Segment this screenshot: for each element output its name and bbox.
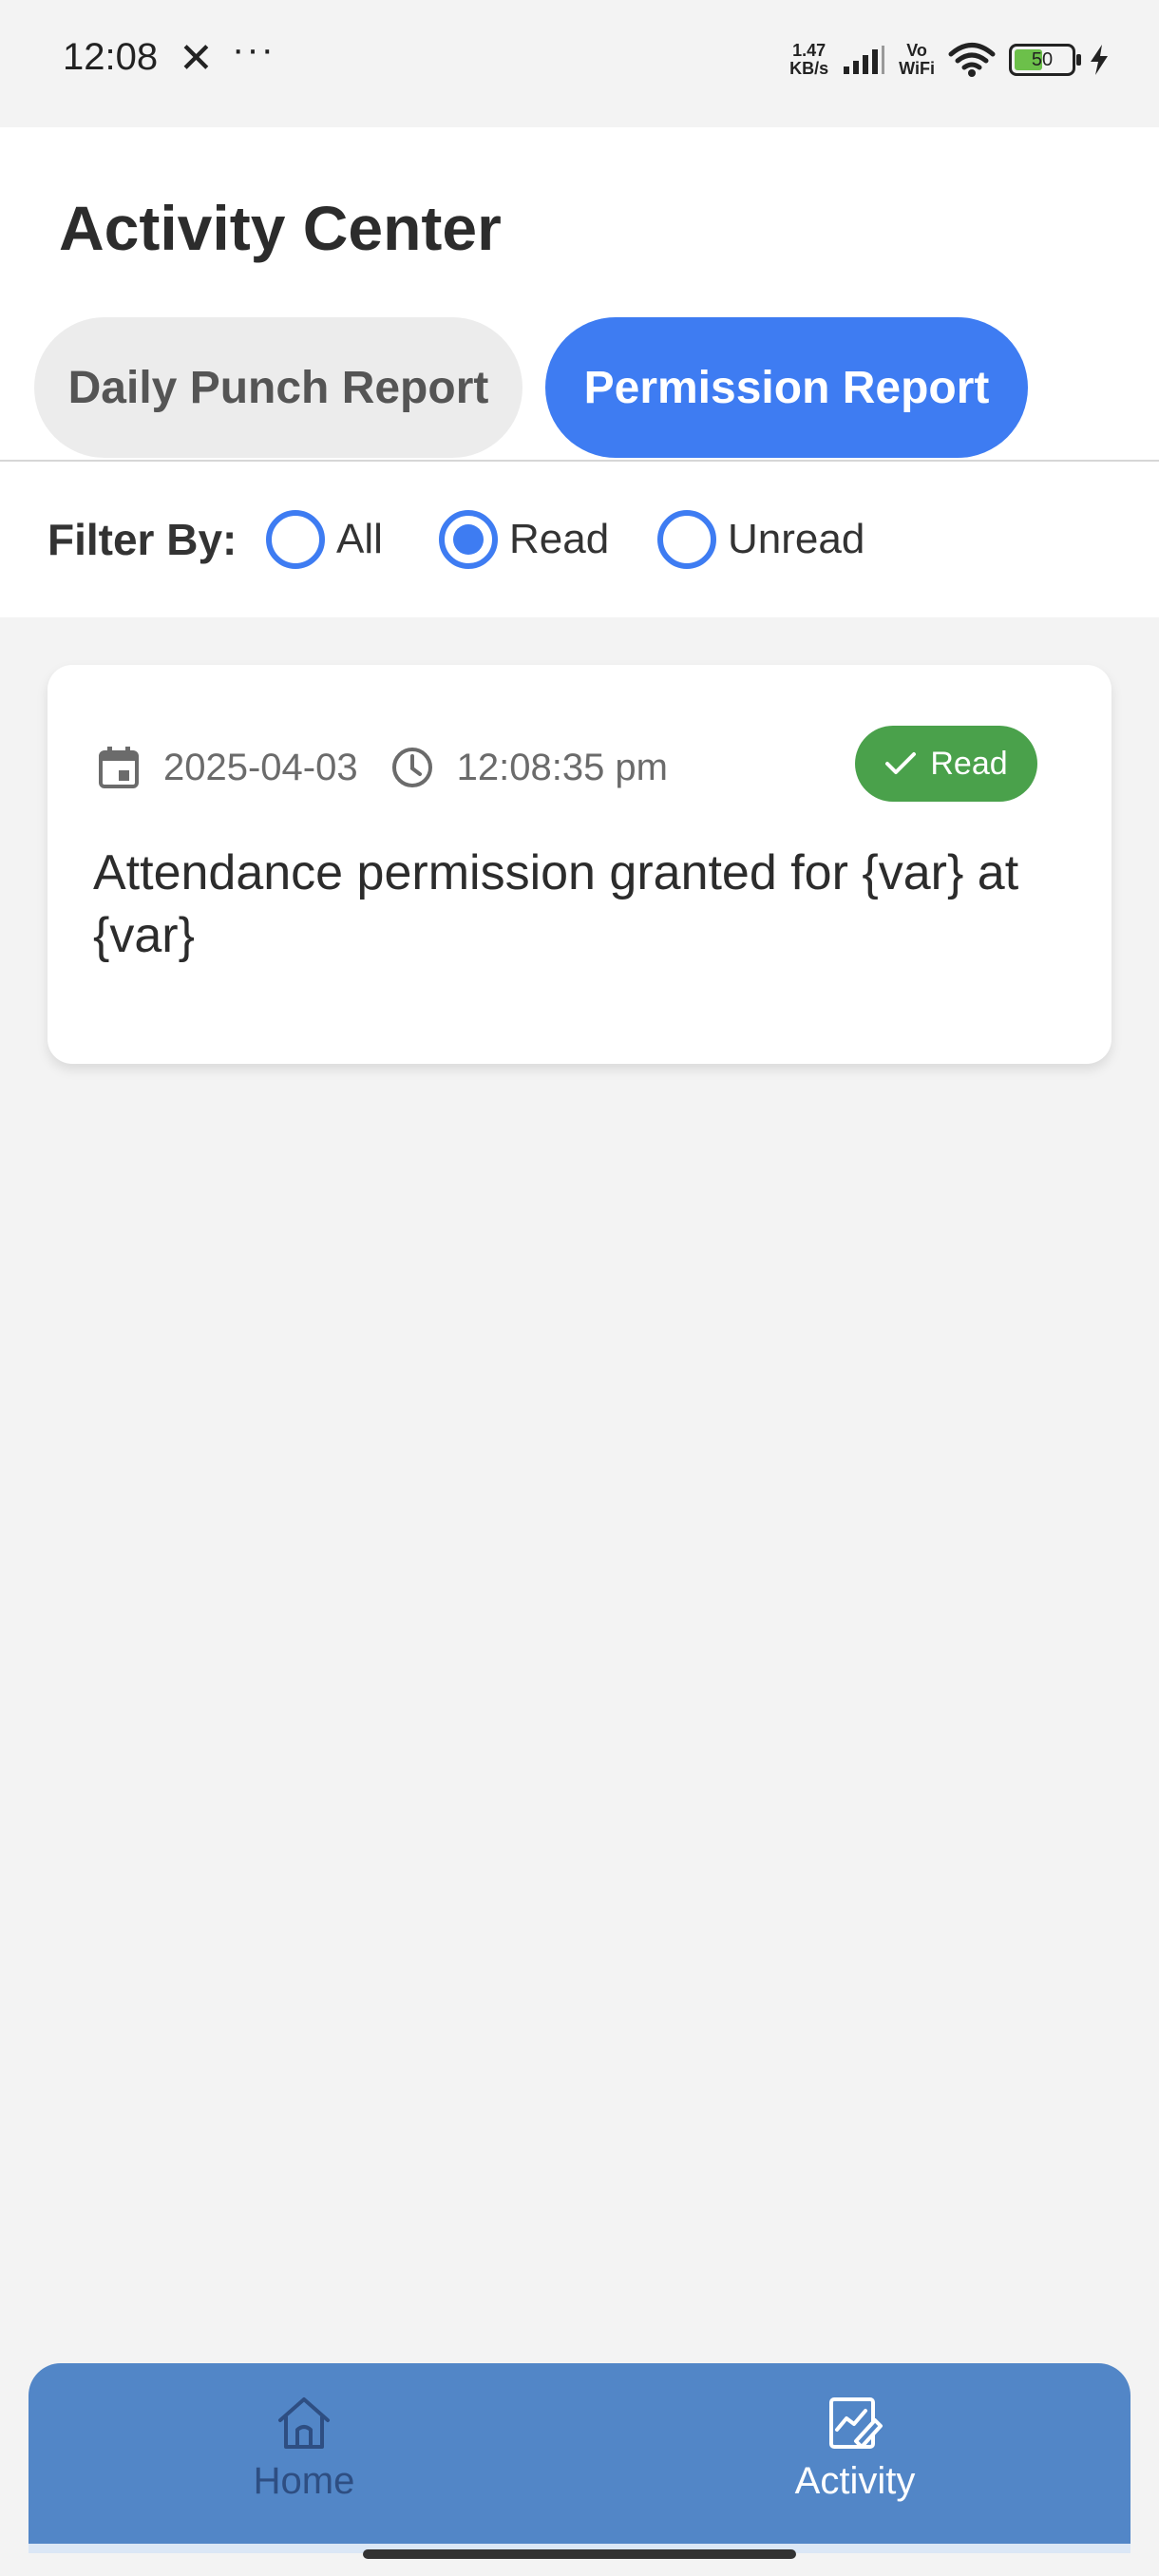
activity-icon xyxy=(829,2397,883,2449)
nav-home[interactable]: Home xyxy=(190,2392,418,2503)
page-title: Activity Center xyxy=(59,193,502,263)
status-time: 12:08 xyxy=(63,36,159,78)
vowifi-top: Vo xyxy=(906,41,927,60)
filter-option-read-label: Read xyxy=(509,516,610,562)
signal-icon xyxy=(844,46,885,74)
status-indicators: 1.47 KB/s Vo WiFi 50 xyxy=(789,36,1110,84)
network-speed-value: 1.47 xyxy=(792,41,826,60)
notification-date: 2025-04-03 xyxy=(163,746,358,788)
nav-activity-label: Activity xyxy=(794,2460,916,2502)
nav-home-label: Home xyxy=(253,2460,355,2502)
notification-card[interactable]: 2025-04-03 12:08:35 pm Read Attendance p… xyxy=(48,665,1112,1064)
filter-option-all-label: All xyxy=(336,516,383,562)
notification-meta: 2025-04-03 12:08:35 pm xyxy=(97,739,668,796)
charging-icon xyxy=(1091,45,1108,75)
network-speed-unit: KB/s xyxy=(789,59,829,78)
tab-daily-punch-report[interactable]: Daily Punch Report xyxy=(34,317,522,458)
close-notification-icon: ✕ xyxy=(179,35,214,82)
vowifi-bottom: WiFi xyxy=(899,59,935,78)
notification-time: 12:08:35 pm xyxy=(456,746,668,788)
tab-permission-report[interactable]: Permission Report xyxy=(545,317,1028,458)
home-icon xyxy=(278,2397,330,2449)
bottom-nav: Home Activity xyxy=(28,2363,1130,2553)
calendar-icon xyxy=(97,746,141,789)
filter-option-unread-label: Unread xyxy=(728,516,865,562)
battery-icon: 50 xyxy=(1009,44,1081,76)
radio-read[interactable] xyxy=(439,510,498,569)
radio-all[interactable] xyxy=(266,510,325,569)
home-indicator[interactable] xyxy=(363,2549,796,2559)
filter-option-read[interactable]: Read xyxy=(439,510,609,569)
status-badge: Read xyxy=(855,726,1037,802)
header: Activity Center Daily Punch Report Permi… xyxy=(0,127,1159,617)
clock-icon xyxy=(390,746,434,789)
nav-activity[interactable]: Activity xyxy=(741,2392,969,2503)
network-speed: 1.47 KB/s xyxy=(789,42,828,78)
more-notifications-icon: ··· xyxy=(232,28,276,70)
notification-message: Attendance permission granted for {var} … xyxy=(93,845,1019,963)
radio-unread[interactable] xyxy=(657,510,716,569)
check-icon xyxy=(885,752,917,774)
vowifi-indicator: Vo WiFi xyxy=(899,42,935,78)
battery-level: 50 xyxy=(1031,49,1054,70)
wifi-icon xyxy=(948,43,996,77)
filter-label: Filter By: xyxy=(48,515,238,564)
filter-option-all[interactable]: All xyxy=(266,510,383,569)
filter-row: Filter By: All Read Unread xyxy=(0,462,1159,617)
status-badge-label: Read xyxy=(930,745,1008,782)
filter-option-unread[interactable]: Unread xyxy=(657,510,864,569)
status-bar: 12:08 ✕ ··· 1.47 KB/s Vo WiFi 50 xyxy=(0,0,1159,127)
